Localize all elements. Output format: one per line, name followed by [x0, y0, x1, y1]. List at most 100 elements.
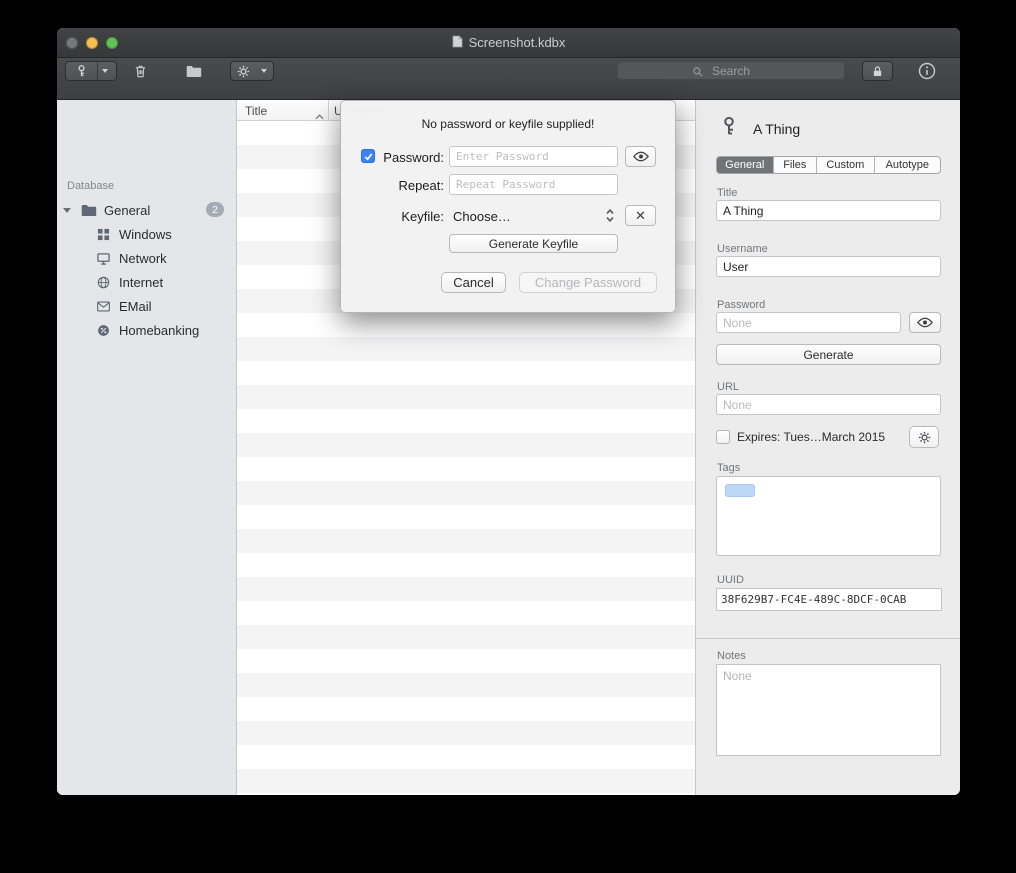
- keyfile-popup-button[interactable]: Choose…: [453, 209, 511, 224]
- chevron-down-icon: [261, 69, 267, 73]
- change-password-dialog: No password or keyfile supplied! Passwor…: [340, 100, 676, 313]
- gear-icon: [918, 431, 931, 444]
- dialog-repeat-label: Repeat:: [341, 178, 444, 193]
- disclosure-triangle-icon[interactable]: [63, 208, 71, 213]
- globe-icon: [97, 276, 110, 289]
- dialog-keyfile-label: Keyfile:: [341, 209, 444, 224]
- window-title: Screenshot.kdbx: [469, 35, 566, 50]
- inspector-button[interactable]: [918, 62, 936, 85]
- tab-general[interactable]: General: [717, 157, 773, 173]
- minimize-button[interactable]: [86, 37, 98, 49]
- lock-icon: [871, 65, 884, 78]
- add-group-button[interactable]: [185, 65, 203, 83]
- search-icon: [692, 65, 704, 83]
- add-entry-button[interactable]: [65, 61, 117, 81]
- network-icon: [97, 252, 110, 265]
- percent-icon: [97, 324, 110, 337]
- eye-icon: [917, 317, 933, 328]
- chevron-down-icon: [102, 69, 108, 73]
- traffic-lights: [66, 37, 118, 49]
- search-input[interactable]: [618, 64, 844, 78]
- title-bar: Screenshot.kdbx: [57, 28, 960, 58]
- trash-icon: [133, 66, 148, 83]
- count-badge: 2: [206, 202, 224, 217]
- windows-icon: [97, 228, 110, 241]
- dialog-password-input[interactable]: [449, 146, 618, 167]
- dialog-password-label: Password:: [341, 150, 444, 165]
- sidebar-header: Database: [67, 180, 114, 192]
- add-entry-dropdown[interactable]: [97, 62, 112, 80]
- generate-keyfile-button[interactable]: Generate Keyfile: [449, 234, 618, 253]
- uuid-field[interactable]: 38F629B7-FC4E-489C-8DCF-0CAB: [716, 588, 942, 611]
- envelope-icon: [97, 301, 110, 312]
- toolbar: Add Entry Delete Add Group Action: [57, 58, 960, 100]
- notes-box[interactable]: None: [716, 664, 941, 756]
- expires-row: Expires: Tues…March 2015: [716, 430, 885, 444]
- sidebar-item-label: Windows: [119, 227, 172, 242]
- action-button[interactable]: [230, 61, 274, 81]
- key-icon: [66, 62, 97, 80]
- sidebar-item-homebanking[interactable]: Homebanking: [57, 318, 236, 342]
- document-icon: [452, 35, 463, 51]
- dialog-repeat-input[interactable]: [449, 174, 618, 195]
- tag-chip[interactable]: [725, 484, 755, 497]
- uuid-label: UUID: [717, 574, 744, 586]
- info-icon: [918, 67, 936, 84]
- app-window: Screenshot.kdbx Add Entry Delete Add Gro…: [57, 28, 960, 795]
- show-password-button[interactable]: [909, 312, 941, 333]
- sidebar-item-email[interactable]: EMail: [57, 294, 236, 318]
- sidebar-item-label: Internet: [119, 275, 163, 290]
- sidebar: Database General 2 Windows Network: [57, 100, 237, 795]
- entry-title: A Thing: [753, 121, 800, 137]
- column-divider[interactable]: [328, 100, 329, 121]
- generate-password-button[interactable]: Generate: [716, 344, 941, 365]
- tab-files[interactable]: Files: [773, 157, 817, 173]
- clear-keyfile-button[interactable]: ✕: [625, 205, 656, 226]
- cancel-button[interactable]: Cancel: [441, 272, 506, 293]
- folder-icon: [81, 204, 97, 217]
- change-password-button[interactable]: Change Password: [519, 272, 657, 293]
- sidebar-item-general[interactable]: General 2: [57, 198, 236, 222]
- inspector-divider: [696, 638, 960, 639]
- username-field-label: Username: [717, 243, 768, 255]
- tags-box[interactable]: [716, 476, 941, 556]
- notes-label: Notes: [717, 650, 746, 662]
- username-field[interactable]: [716, 256, 941, 277]
- folder-icon: [185, 65, 203, 82]
- password-field[interactable]: [716, 312, 901, 333]
- gear-icon: [231, 62, 256, 80]
- tags-label: Tags: [717, 462, 740, 474]
- expires-checkbox[interactable]: [716, 430, 730, 444]
- delete-button[interactable]: [133, 63, 148, 84]
- expires-settings-button[interactable]: [909, 426, 939, 448]
- sidebar-item-label: General: [104, 203, 150, 218]
- url-field-label: URL: [717, 381, 739, 393]
- key-icon: [719, 115, 739, 142]
- sidebar-item-internet[interactable]: Internet: [57, 270, 236, 294]
- window-title-group: Screenshot.kdbx: [452, 35, 566, 51]
- dialog-show-password-button[interactable]: [625, 146, 656, 167]
- url-field[interactable]: [716, 394, 941, 415]
- inspector-panel: A Thing General Files Custom Autotype Ti…: [695, 100, 960, 795]
- column-header-title[interactable]: Title: [245, 104, 267, 118]
- lock-button[interactable]: [862, 61, 893, 81]
- dialog-message: No password or keyfile supplied!: [341, 117, 675, 131]
- sidebar-item-label: EMail: [119, 299, 152, 314]
- tab-autotype[interactable]: Autotype: [874, 157, 940, 173]
- tab-custom[interactable]: Custom: [816, 157, 873, 173]
- sidebar-item-label: Homebanking: [119, 323, 199, 338]
- eye-icon: [633, 151, 649, 162]
- popup-stepper-icon[interactable]: [605, 207, 615, 229]
- zoom-button[interactable]: [106, 37, 118, 49]
- sidebar-item-network[interactable]: Network: [57, 246, 236, 270]
- inspector-tabs: General Files Custom Autotype: [716, 156, 941, 174]
- search-field[interactable]: [617, 61, 845, 80]
- close-button[interactable]: [66, 37, 78, 49]
- close-icon: ✕: [635, 208, 646, 224]
- expires-label: Expires: Tues…March 2015: [737, 430, 885, 444]
- title-field[interactable]: [716, 200, 941, 221]
- sidebar-item-label: Network: [119, 251, 167, 266]
- action-dropdown[interactable]: [256, 62, 271, 80]
- password-field-label: Password: [717, 299, 765, 311]
- sidebar-item-windows[interactable]: Windows: [57, 222, 236, 246]
